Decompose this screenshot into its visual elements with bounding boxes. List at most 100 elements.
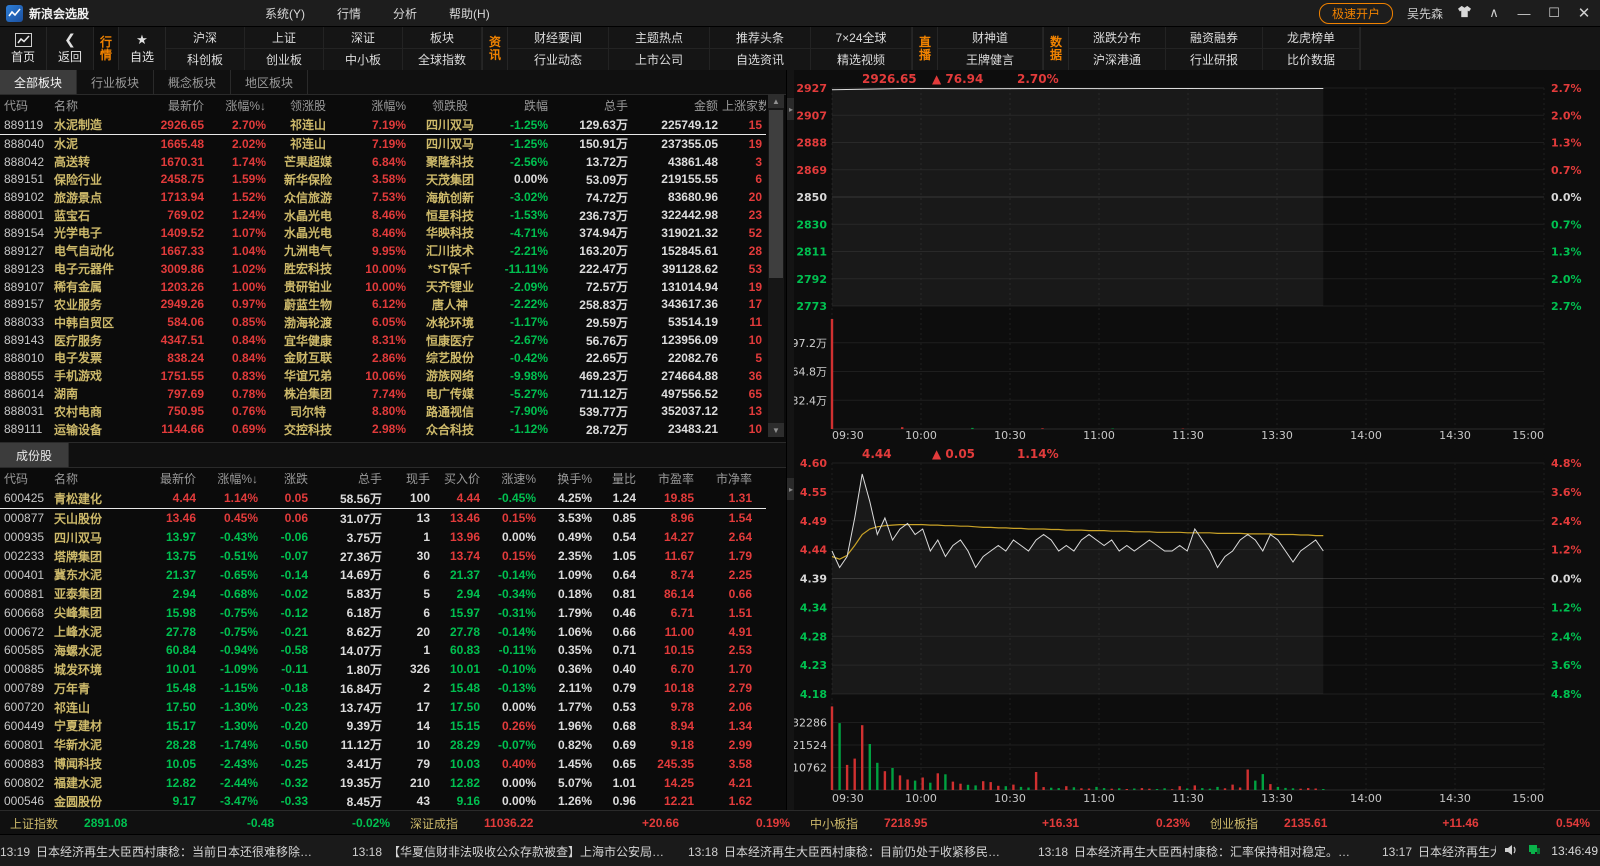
column-header[interactable]: 市盈率 xyxy=(640,470,698,487)
column-header[interactable]: 名称 xyxy=(50,470,140,487)
table-row[interactable]: 888042高送转1670.311.74%芒果超媒6.84%聚隆科技-2.56%… xyxy=(0,153,766,171)
index-quote[interactable]: 创业板指2135.61+11.460.54% xyxy=(1200,815,1600,832)
nav-cell[interactable]: 王牌健言 xyxy=(938,49,1043,71)
column-header[interactable]: 涨速% xyxy=(484,470,540,487)
nav-cell[interactable]: 龙虎榜单 xyxy=(1263,27,1360,49)
board-tab[interactable]: 地区板块 xyxy=(231,70,308,94)
table-row[interactable]: 888055手机游戏1751.550.83%华谊兄弟10.06%游族网络-9.9… xyxy=(0,367,766,385)
column-header[interactable]: 涨幅% xyxy=(346,97,410,114)
table-row[interactable]: 002233塔牌集团13.75-0.51%-0.0727.36万3013.740… xyxy=(0,547,766,566)
toolbar-section-toggle[interactable]: 数据 xyxy=(1044,27,1069,70)
table-row[interactable]: 600425青松建化4.441.14%0.0558.56万1004.44-0.4… xyxy=(0,489,766,509)
news-item[interactable]: 13:18【华夏信财非法吸收公众存款被查】上海市公安局… xyxy=(352,843,688,860)
menu-系统(Y)[interactable]: 系统(Y) xyxy=(265,7,305,21)
menu-分析[interactable]: 分析 xyxy=(393,7,417,21)
index-quote[interactable]: 深证成指11036.22+20.660.19% xyxy=(400,815,800,832)
skin-icon[interactable] xyxy=(1457,5,1472,21)
scroll-up-icon[interactable]: ▲ xyxy=(768,94,784,108)
nav-cell[interactable]: 板块 xyxy=(403,27,482,49)
board-tab[interactable]: 行业板块 xyxy=(77,70,154,94)
table-row[interactable]: 886014湖南797.690.78%株冶集团7.74%电广传媒-5.27%71… xyxy=(0,385,766,403)
board-tab[interactable]: 全部板块 xyxy=(0,70,77,94)
column-header[interactable]: 跌幅 xyxy=(490,97,552,114)
close-button[interactable]: ✕ xyxy=(1576,4,1592,22)
table-row[interactable]: 889123电子元器件3009.861.02%胜宏科技10.00%*ST保千-1… xyxy=(0,260,766,278)
column-header[interactable]: 涨跌 xyxy=(262,470,312,487)
column-header[interactable]: 换手% xyxy=(540,470,596,487)
table-row[interactable]: 889143医疗服务4347.510.84%宜华健康8.31%恒康医疗-2.67… xyxy=(0,331,766,349)
nav-cell[interactable]: 财神道 xyxy=(938,27,1043,49)
news-item[interactable]: 13:18日本经济再生大臣西村康稔：目前仍处于收紧移民… xyxy=(688,843,1038,860)
column-header[interactable]: 最新价 xyxy=(140,470,200,487)
table-row[interactable]: 600883博闻科技10.05-2.43%-0.253.41万7910.030.… xyxy=(0,754,766,773)
nav-cell[interactable]: 中小板 xyxy=(324,49,403,71)
table-row[interactable]: 000935四川双马13.97-0.43%-0.063.75万113.960.0… xyxy=(0,528,766,547)
column-header[interactable]: 总手 xyxy=(312,470,386,487)
table-row[interactable]: 000401冀东水泥21.37-0.65%-0.1414.69万621.37-0… xyxy=(0,566,766,585)
scroll-down-icon[interactable]: ▼ xyxy=(768,423,784,437)
table-row[interactable]: 889102旅游景点1713.941.52%众信旅游7.53%海航创新-3.02… xyxy=(0,188,766,206)
stock-intraday-chart[interactable]: 09:3010:0010:3011:0011:3013:3014:0014:30… xyxy=(794,442,1600,810)
table-row[interactable]: 889111运输设备1144.660.69%交控科技2.98%众合科技-1.12… xyxy=(0,420,766,438)
table-row[interactable]: 600449宁夏建材15.17-1.30%-0.209.39万1415.150.… xyxy=(0,717,766,736)
nav-cell[interactable]: 沪深 xyxy=(166,27,245,49)
column-header[interactable]: 领涨股 xyxy=(270,97,346,114)
index-quote[interactable]: 上证指数2891.08-0.48-0.02% xyxy=(0,815,400,832)
nav-cell[interactable]: 涨跌分布 xyxy=(1069,27,1166,49)
toolbar-section-toggle[interactable]: 行情 xyxy=(94,27,119,70)
nav-cell[interactable]: 行业研报 xyxy=(1166,49,1263,71)
news-ticker[interactable]: 13:19日本经济再生大臣西村康稔：当前日本还很难移除…13:18【华夏信财非法… xyxy=(0,834,1600,866)
column-header[interactable]: 买入价 xyxy=(434,470,484,487)
table-row[interactable]: 600881亚泰集团2.94-0.68%-0.025.83万52.94-0.34… xyxy=(0,584,766,603)
table-row[interactable]: 600801华新水泥28.28-1.74%-0.5011.12万1028.29-… xyxy=(0,735,766,754)
menu-帮助(H)[interactable]: 帮助(H) xyxy=(449,7,490,21)
tab-constituents[interactable]: 成份股 xyxy=(0,443,69,467)
table-row[interactable]: 600585海螺水泥60.84-0.94%-0.5814.07万160.83-0… xyxy=(0,641,766,660)
table-row[interactable]: 889127电气自动化1667.331.04%九洲电气9.95%汇川技术-2.2… xyxy=(0,242,766,260)
column-header[interactable]: 市净率 xyxy=(698,470,756,487)
scrollbar-thumb[interactable] xyxy=(769,110,783,278)
collapse-toolbar-icon[interactable]: ∧ xyxy=(1486,5,1502,21)
nav-cell[interactable]: 沪深港通 xyxy=(1069,49,1166,71)
nav-cell[interactable]: 上市公司 xyxy=(609,49,710,71)
toolbar-home-button[interactable]: 首页 xyxy=(0,27,47,70)
table-row[interactable]: 889154光学电子1409.521.07%水晶光电8.46%华映科技-4.71… xyxy=(0,224,766,242)
table-row[interactable]: 888001蓝宝石769.021.24%水晶光电8.46%恒星科技-1.53%2… xyxy=(0,206,766,224)
table-row[interactable]: 000789万年青15.48-1.15%-0.1816.84万215.48-0.… xyxy=(0,679,766,698)
column-header[interactable]: 代码 xyxy=(0,470,50,487)
table-row[interactable]: 600720祁连山17.50-1.30%-0.2313.74万1717.500.… xyxy=(0,698,766,717)
nav-cell[interactable]: 全球指数 xyxy=(403,49,482,71)
table-row[interactable]: 888010电子发票838.240.84%金财互联2.86%综艺股份-0.42%… xyxy=(0,349,766,367)
toolbar-section-toggle[interactable]: 直播 xyxy=(913,27,938,70)
table-row[interactable]: 000672上峰水泥27.78-0.75%-0.218.62万2027.78-0… xyxy=(0,622,766,641)
table-row[interactable]: 889157农业服务2949.260.97%蔚蓝生物6.12%唐人神-2.22%… xyxy=(0,295,766,313)
speaker-icon[interactable] xyxy=(1504,844,1518,859)
minimize-button[interactable]: — xyxy=(1516,6,1532,21)
nav-cell[interactable]: 自选资讯 xyxy=(710,49,811,71)
sector-intraday-chart[interactable]: 09:3010:0010:3011:0011:3013:3014:0014:30… xyxy=(794,70,1600,442)
column-header[interactable]: 名称 xyxy=(50,97,142,114)
board-tab[interactable]: 概念板块 xyxy=(154,70,231,94)
nav-cell[interactable]: 精选视频 xyxy=(811,49,912,71)
maximize-button[interactable]: ☐ xyxy=(1546,5,1562,21)
nav-cell[interactable]: 行业动态 xyxy=(508,49,609,71)
nav-cell[interactable]: 创业板 xyxy=(245,49,324,71)
nav-cell[interactable]: 比价数据 xyxy=(1263,49,1360,71)
nav-cell[interactable]: 7×24全球 xyxy=(811,27,912,49)
index-quote[interactable]: 中小板指7218.95+16.310.23% xyxy=(800,815,1200,832)
table-row[interactable]: 000546金圆股份9.17-3.47%-0.338.45万439.160.00… xyxy=(0,792,766,811)
news-item[interactable]: 13:18日本经济再生大臣西村康稔：汇率保持相对稳定。… xyxy=(1038,843,1382,860)
toolbar-section-toggle[interactable]: 资讯 xyxy=(483,27,508,70)
column-header[interactable]: 量比 xyxy=(596,470,640,487)
nav-cell[interactable]: 深证 xyxy=(324,27,403,49)
menu-行情[interactable]: 行情 xyxy=(337,7,361,21)
table-row[interactable]: 888033中韩自贸区584.060.85%渤海轮渡6.05%冰轮环境-1.17… xyxy=(0,313,766,331)
toolbar-back-button[interactable]: ❮返回 xyxy=(47,27,94,70)
news-item[interactable]: 13:19日本经济再生大臣西村康稔：当前日本还很难移除… xyxy=(0,843,352,860)
column-header[interactable]: 代码 xyxy=(0,97,50,114)
table-row[interactable]: 889119水泥制造2926.652.70%祁连山7.19%四川双马-1.25%… xyxy=(0,116,766,135)
table-row[interactable]: 000877天山股份13.460.45%0.0631.07万1313.460.1… xyxy=(0,509,766,528)
column-header[interactable]: 最新价 xyxy=(142,97,208,114)
column-header[interactable]: 金额 xyxy=(632,97,722,114)
table-row[interactable]: 889151保险行业2458.751.59%新华保险3.58%天茂集团0.00%… xyxy=(0,171,766,189)
